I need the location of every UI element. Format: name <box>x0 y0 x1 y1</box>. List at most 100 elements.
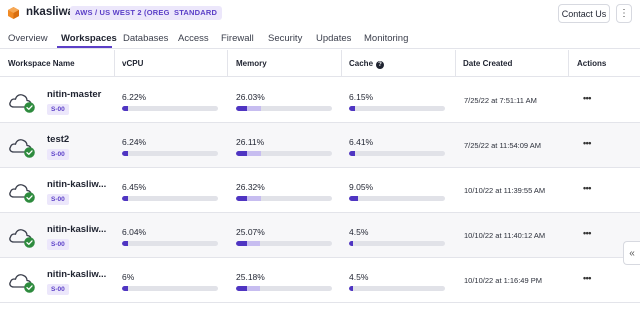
column-divider[interactable] <box>114 50 115 76</box>
collapse-panel-icon[interactable]: « <box>623 241 640 265</box>
vcpu-value: 6.24% <box>122 137 147 147</box>
row-actions-icon[interactable]: ••• <box>583 138 591 148</box>
date-created: 7/25/22 at 11:54:09 AM <box>464 141 542 150</box>
vcpu-bar-fill <box>122 286 128 291</box>
table-header: Workspace Name vCPU Memory Cache? Date C… <box>0 49 640 77</box>
org-logo-icon <box>8 7 19 19</box>
vcpu-value: 6.04% <box>122 227 147 237</box>
tab-databases[interactable]: Databases <box>123 33 168 44</box>
cache-bar-fill <box>349 241 354 246</box>
vcpu-bar-fill <box>122 106 128 111</box>
table-row[interactable]: nitin-kasliw... S-00 6% 25.18% 4.5% 10/10/22 … <box>0 258 640 303</box>
cache-bar <box>349 151 445 156</box>
cache-bar-fill <box>349 286 354 291</box>
row-actions-icon[interactable]: ••• <box>583 228 591 238</box>
col-memory[interactable]: Memory <box>236 59 267 68</box>
col-date-created[interactable]: Date Created <box>463 59 512 68</box>
tab-security[interactable]: Security <box>268 33 302 44</box>
vcpu-bar-fill <box>122 241 128 246</box>
more-options-icon[interactable]: ⋮ <box>616 4 632 23</box>
workspace-name[interactable]: nitin-kasliw... <box>47 224 106 235</box>
memory-bar <box>236 196 332 201</box>
table-row[interactable]: nitin-kasliw... S-00 6.04% 25.07% 4.5% 10/10/… <box>0 213 640 258</box>
size-badge: S-00 <box>47 239 69 250</box>
tab-access[interactable]: Access <box>178 33 209 44</box>
size-badge: S-00 <box>47 194 69 205</box>
contact-us-button[interactable]: Contact Us <box>558 4 610 23</box>
vcpu-bar <box>122 151 218 156</box>
column-divider[interactable] <box>568 50 569 76</box>
cache-value: 6.15% <box>349 92 374 102</box>
table-row[interactable]: nitin-kasliw... S-00 6.45% 26.32% 9.05% 10/10… <box>0 168 640 213</box>
memory-value: 26.11% <box>236 137 265 147</box>
workspace-name[interactable]: nitin-kasliw... <box>47 269 106 280</box>
tab-workspaces[interactable]: Workspaces <box>61 33 117 44</box>
date-created: 10/10/22 at 11:39:55 AM <box>464 186 546 195</box>
memory-bar-fill <box>236 196 248 201</box>
plan-badge: STANDARD <box>169 6 223 20</box>
row-actions-icon[interactable]: ••• <box>583 183 591 193</box>
cache-bar-fill <box>349 106 355 111</box>
memory-value: 26.32% <box>236 182 265 192</box>
vcpu-value: 6.22% <box>122 92 147 102</box>
org-header: nkasliwal AWS / US WEST 2 (OREGON) STAND… <box>0 0 640 27</box>
tab-monitoring[interactable]: Monitoring <box>364 33 408 44</box>
col-cache[interactable]: Cache? <box>349 59 385 69</box>
column-divider[interactable] <box>455 50 456 76</box>
col-actions: Actions <box>577 59 607 68</box>
memory-bar-fill <box>236 151 248 156</box>
vcpu-value: 6% <box>122 272 135 282</box>
help-icon[interactable]: ? <box>376 61 385 69</box>
vcpu-bar-fill <box>122 151 128 156</box>
memory-bar-fill <box>236 106 248 111</box>
size-badge: S-00 <box>47 284 69 295</box>
memory-bar-secondary <box>246 286 261 291</box>
cache-value: 4.5% <box>349 227 369 237</box>
vcpu-bar <box>122 241 218 246</box>
workspace-name[interactable]: nitin-master <box>47 89 101 100</box>
tab-updates[interactable]: Updates <box>316 33 351 44</box>
cache-bar-fill <box>349 196 358 201</box>
active-tab-indicator <box>57 46 112 48</box>
cloud-status-icon <box>9 229 35 248</box>
memory-bar-fill <box>236 286 247 291</box>
cache-bar <box>349 241 445 246</box>
col-workspace-name[interactable]: Workspace Name <box>8 59 75 68</box>
size-badge: S-00 <box>47 104 69 115</box>
memory-bar-fill <box>236 241 247 246</box>
cloud-status-icon <box>9 94 35 113</box>
memory-bar <box>236 151 332 156</box>
table-row[interactable]: nitin-master S-00 6.22% 26.03% 6.15% 7/25/22 … <box>0 78 640 123</box>
date-created: 7/25/22 at 7:51:11 AM <box>464 96 537 105</box>
table-row[interactable]: test2 S-00 6.24% 26.11% 6.41% 7/25/22 at 11:5… <box>0 123 640 168</box>
workspace-name[interactable]: test2 <box>47 134 69 145</box>
cloud-status-icon <box>9 139 35 158</box>
col-vcpu[interactable]: vCPU <box>122 59 143 68</box>
cache-value: 4.5% <box>349 272 369 282</box>
memory-bar-secondary <box>247 196 262 201</box>
memory-value: 25.18% <box>236 272 265 282</box>
vcpu-bar-fill <box>122 196 129 201</box>
column-divider[interactable] <box>227 50 228 76</box>
workspace-name[interactable]: nitin-kasliw... <box>47 179 106 190</box>
cache-bar-fill <box>349 151 356 156</box>
tab-overview[interactable]: Overview <box>8 33 48 44</box>
memory-bar <box>236 106 332 111</box>
memory-bar-secondary <box>246 241 261 246</box>
cache-bar <box>349 286 445 291</box>
vcpu-bar <box>122 196 218 201</box>
memory-bar <box>236 286 332 291</box>
memory-value: 25.07% <box>236 227 265 237</box>
memory-bar-secondary <box>247 106 261 111</box>
memory-bar-secondary <box>247 151 262 156</box>
cloud-status-icon <box>9 184 35 203</box>
column-divider[interactable] <box>341 50 342 76</box>
cloud-status-icon <box>9 274 35 293</box>
cache-value: 6.41% <box>349 137 374 147</box>
vcpu-value: 6.45% <box>122 182 147 192</box>
col-cache-label: Cache <box>349 59 374 68</box>
row-actions-icon[interactable]: ••• <box>583 93 591 103</box>
memory-value: 26.03% <box>236 92 265 102</box>
row-actions-icon[interactable]: ••• <box>583 273 591 283</box>
tab-firewall[interactable]: Firewall <box>221 33 254 44</box>
